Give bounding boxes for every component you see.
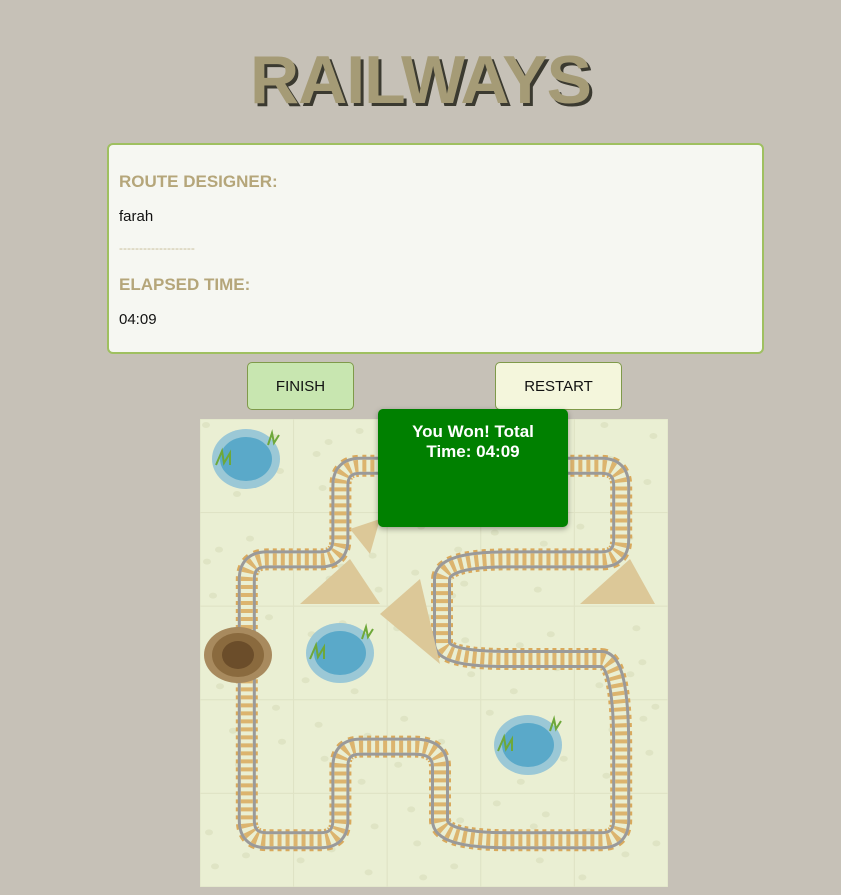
oasis-icon [306,623,374,683]
game-title: RAILWAYS [250,42,592,118]
ground-speckle [205,829,213,836]
ground-speckle [529,823,538,830]
ground-speckle [203,558,211,565]
ground-speckle [364,869,373,876]
oasis-icon [494,715,562,775]
ground-speckle [216,683,224,690]
ground-speckle [312,451,321,457]
ground-speckle [411,569,420,576]
ground-speckle [485,709,494,716]
mountain-icon [204,627,272,683]
ground-speckle [296,857,305,864]
route-designer-name: farah [119,208,154,225]
ground-speckle [394,761,403,768]
ground-speckle [413,840,422,847]
ground-speckle [233,491,241,497]
elapsed-time-label: ELAPSED TIME: [119,275,251,294]
ground-speckle [651,703,660,710]
ground-speckle [509,688,518,695]
ground-speckle [645,749,654,756]
ground-speckle [578,874,587,881]
finish-button[interactable]: FINISH [247,362,354,410]
ground-speckle [632,625,641,632]
ground-speckle [320,755,329,762]
ground-speckle [535,857,544,864]
ground-speckle [209,592,217,599]
ground-speckle [242,852,250,859]
ground-speckle [492,800,501,807]
info-panel: ROUTE DESIGNER: farah ------------------… [107,143,764,354]
ground-speckle [626,671,635,678]
ground-speckle [355,428,364,434]
ground-speckle [456,817,465,824]
ground-speckle [246,535,254,542]
ground-speckle [350,688,359,695]
ground-speckle [541,811,550,818]
ground-speckle [265,614,273,621]
route-designer-label: ROUTE DESIGNER: [119,172,278,191]
ground-speckle [638,659,647,666]
elapsed-time-value: 04:09 [119,311,157,328]
ground-speckle [211,863,219,870]
ground-speckle [278,738,286,745]
ground-speckle [546,631,555,638]
ground-speckle [515,642,524,649]
ground-speckle [419,874,428,881]
oasis-icon [212,429,280,489]
ground-speckle [314,721,323,728]
ground-speckle [652,840,661,847]
ground-speckle [357,778,366,785]
ground-speckle [370,823,379,830]
win-message: You Won! Total Time: 04:09 [412,422,534,461]
ground-speckle [490,529,499,536]
ground-speckle [576,523,585,530]
ground-speckle [639,715,648,722]
win-popup: You Won! Total Time: 04:09 [378,409,568,527]
ground-speckle [202,422,210,428]
ground-speckle [467,671,476,678]
ground-speckle [539,540,548,547]
ground-speckle [460,580,469,587]
ground-speckle [461,637,470,644]
ground-speckle [621,851,630,858]
ground-speckle [602,772,611,779]
ground-speckle [324,439,333,445]
ground-speckle [595,682,604,689]
ground-speckle [400,715,409,722]
ground-speckle [272,704,280,711]
ground-speckle [374,586,383,593]
ground-speckle [301,677,310,684]
ground-speckle [454,546,463,553]
ground-speckle [649,433,658,439]
ground-speckle [600,422,609,428]
restart-button[interactable]: RESTART [495,362,622,410]
panel-separator: ------------------- [119,241,195,255]
ground-speckle [533,586,542,593]
ground-speckle [318,485,327,491]
ground-speckle [559,755,568,762]
ground-speckle [450,863,459,870]
ground-speckle [643,479,652,485]
ground-speckle [215,546,223,553]
ground-speckle [516,778,525,785]
ground-speckle [407,806,416,813]
